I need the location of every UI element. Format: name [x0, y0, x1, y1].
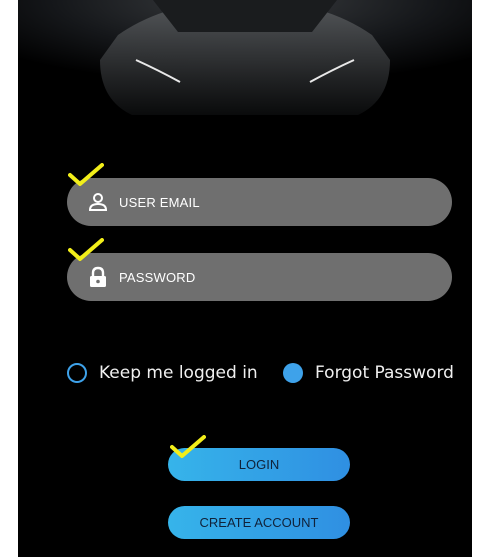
check-icon [68, 163, 104, 186]
password-field[interactable]: PASSWORD [67, 253, 452, 301]
login-screen: USER EMAIL PASSWORD Keep me logged in Fo… [18, 0, 472, 557]
check-icon [68, 238, 104, 261]
forgot-password-label: Forgot Password [315, 363, 454, 383]
keep-logged-in-label: Keep me logged in [99, 363, 258, 383]
keep-logged-in-option[interactable]: Keep me logged in [67, 361, 258, 385]
forgot-password-option[interactable]: Forgot Password [283, 361, 454, 385]
lock-icon [90, 266, 106, 287]
password-placeholder: PASSWORD [119, 270, 196, 285]
email-placeholder: USER EMAIL [119, 195, 200, 210]
forgot-password-radio[interactable] [283, 363, 303, 383]
keep-logged-in-radio[interactable] [67, 363, 87, 383]
check-icon [170, 435, 206, 458]
user-icon [88, 193, 108, 211]
car-header-image [18, 0, 472, 120]
create-account-button[interactable]: CREATE ACCOUNT [168, 506, 350, 539]
email-field[interactable]: USER EMAIL [67, 178, 452, 226]
